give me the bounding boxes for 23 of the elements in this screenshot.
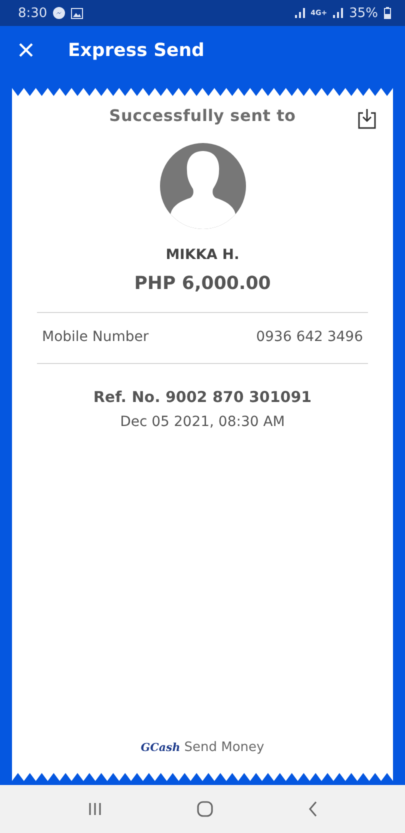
recipient-name: MIKKA H. [166, 247, 240, 263]
recents-button[interactable] [88, 802, 102, 816]
transaction-date: Dec 05 2021, 08:30 AM [120, 414, 285, 430]
screen-title: Express Send [68, 40, 204, 60]
brand-logo: GCash [140, 741, 180, 754]
detail-label: Mobile Number [42, 329, 149, 345]
messenger-icon [53, 7, 66, 19]
status-time: 8:30 [18, 6, 48, 20]
amount-text: PHP 6,000.00 [134, 273, 271, 294]
footer-label: Send Money [184, 740, 264, 755]
success-heading: Successfully sent to [109, 106, 296, 125]
image-icon [71, 8, 84, 18]
battery-icon [384, 7, 391, 19]
signal-icon [294, 8, 305, 18]
download-button[interactable] [357, 108, 379, 130]
close-button[interactable] [18, 42, 34, 58]
battery-percent: 35% [349, 6, 378, 20]
detail-value: 0936 642 3496 [256, 329, 363, 345]
avatar-icon [160, 143, 246, 229]
home-button[interactable] [196, 801, 212, 817]
signal-icon [333, 8, 344, 18]
back-button[interactable] [308, 801, 318, 817]
reference-number: Ref. No. 9002 870 301091 [93, 388, 312, 406]
